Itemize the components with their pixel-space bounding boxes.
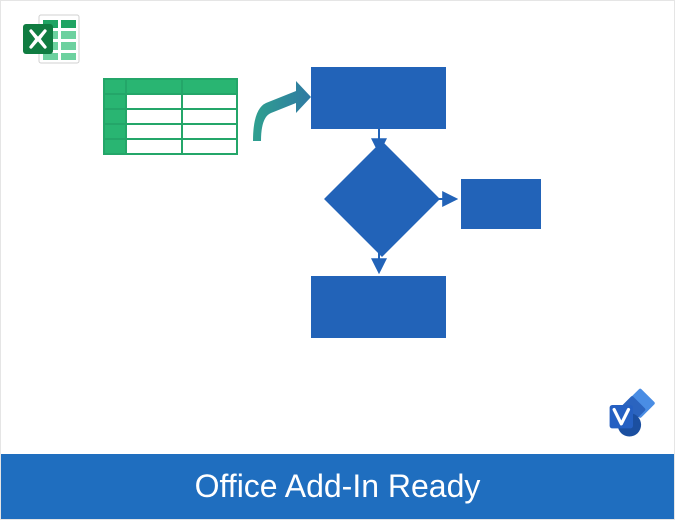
excel-table-graphic — [103, 78, 238, 155]
status-banner: Office Add-In Ready — [1, 454, 674, 519]
banner-text: Office Add-In Ready — [195, 468, 481, 505]
visio-icon — [606, 387, 660, 441]
diagram-canvas — [1, 1, 674, 519]
flow-decision-diamond — [324, 141, 440, 257]
excel-icon — [21, 11, 81, 66]
flow-process-bottom — [311, 276, 446, 338]
flow-process-top — [311, 67, 446, 129]
flow-process-right — [461, 179, 541, 229]
